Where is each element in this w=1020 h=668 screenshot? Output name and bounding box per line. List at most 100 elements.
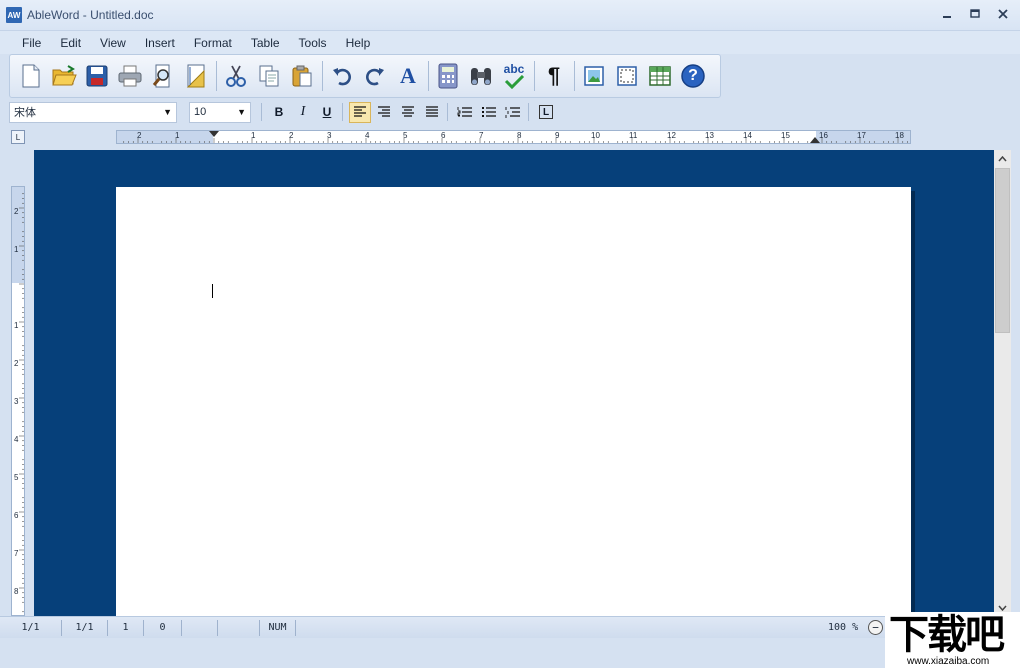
ruler-h-label: 10: [591, 131, 600, 140]
multilevel-list-button[interactable]: [502, 102, 524, 123]
toolbar-separator: [216, 61, 217, 91]
copy-button[interactable]: [254, 60, 284, 92]
open-button[interactable]: [49, 60, 79, 92]
bold-button[interactable]: B: [268, 102, 290, 123]
menu-tools[interactable]: Tools: [291, 33, 335, 53]
insert-picture-button[interactable]: [579, 60, 609, 92]
italic-button[interactable]: I: [292, 102, 314, 123]
minimize-button[interactable]: [936, 4, 958, 24]
status-section: 1/1: [62, 619, 108, 636]
vertical-scrollbar[interactable]: [994, 150, 1011, 616]
bullet-list-button[interactable]: [478, 102, 500, 123]
zoom-out-icon: −: [872, 621, 879, 634]
menu-file[interactable]: File: [14, 33, 49, 53]
status-column: 0: [144, 619, 182, 636]
ruler-h-label: 15: [781, 131, 790, 140]
italic-label: I: [300, 104, 306, 119]
status-bar: 1/1 1/1 1 0 NUM 100 % −: [0, 616, 1020, 638]
close-button[interactable]: [992, 4, 1014, 24]
ruler-v-label: 2: [14, 207, 19, 216]
toolbar-separator: [342, 103, 343, 121]
cut-button[interactable]: [221, 60, 251, 92]
horizontal-ruler[interactable]: 2 1 1 2 3 4 5 6 7 8 9 10 11 12 13 14 15 …: [116, 130, 911, 144]
insert-frame-button[interactable]: [612, 60, 642, 92]
font-size-value: 10: [194, 106, 207, 118]
binoculars-icon: [471, 68, 491, 85]
scrollbar-thumb[interactable]: [995, 168, 1010, 333]
window-controls: [936, 4, 1014, 24]
zoom-out-button[interactable]: −: [868, 620, 883, 635]
toolbar-separator: [447, 103, 448, 121]
ruler-h-label: 18: [895, 131, 904, 140]
undo-button[interactable]: [327, 60, 357, 92]
chevron-up-icon: [998, 155, 1007, 161]
ruler-v-label: 6: [14, 511, 19, 520]
ruler-h-label: 8: [517, 131, 522, 140]
menu-format[interactable]: Format: [186, 33, 240, 53]
document-page[interactable]: [116, 187, 911, 616]
left-indent-marker-icon[interactable]: [209, 131, 219, 139]
document-area[interactable]: [34, 150, 994, 616]
toolbar-separator: [428, 61, 429, 91]
spell-check-button[interactable]: abc: [499, 60, 529, 92]
chevron-down-icon: ▼: [163, 107, 172, 117]
print-preview-icon: [152, 64, 170, 88]
vertical-ruler[interactable]: 2 1 1 2 3 4 5 6 7 8: [11, 186, 25, 616]
menu-table[interactable]: Table: [243, 33, 288, 53]
align-right-button[interactable]: [373, 102, 395, 123]
ruler-corner-button[interactable]: L: [11, 130, 25, 144]
paste-button[interactable]: [287, 60, 317, 92]
watermark-url: www.xiazaiba.com: [907, 656, 990, 667]
toolbar-separator: [574, 61, 575, 91]
calculator-button[interactable]: [433, 60, 463, 92]
menu-help[interactable]: Help: [338, 33, 379, 53]
ruler-h-label: 12: [667, 131, 676, 140]
find-button[interactable]: [466, 60, 496, 92]
help-text: ?: [688, 67, 698, 84]
table-icon: [649, 66, 671, 86]
horizontal-ruler-ticks: [123, 138, 908, 143]
redo-button[interactable]: [360, 60, 390, 92]
insert-table-button[interactable]: [645, 60, 675, 92]
ruler-h-label: 1: [175, 131, 180, 140]
align-center-icon: [402, 106, 414, 117]
right-indent-marker-icon[interactable]: [810, 135, 820, 143]
align-left-button[interactable]: [349, 101, 371, 123]
menu-insert[interactable]: Insert: [137, 33, 183, 53]
font-name-select[interactable]: 宋体 ▼: [9, 101, 177, 123]
printer-icon: [118, 65, 142, 87]
font-button[interactable]: A: [393, 60, 423, 92]
toolbar-separator: [534, 61, 535, 91]
status-num-lock: NUM: [260, 619, 296, 636]
help-button[interactable]: ?: [678, 60, 708, 92]
redo-icon: [366, 68, 384, 86]
maximize-button[interactable]: [964, 4, 986, 24]
align-right-icon: [378, 106, 390, 117]
print-button[interactable]: [115, 60, 145, 92]
bottom-strip: [0, 638, 1020, 668]
app-icon: AW: [6, 7, 22, 23]
menu-edit[interactable]: Edit: [52, 33, 89, 53]
ruler-h-label: 2: [289, 131, 294, 140]
numbered-list-button[interactable]: [454, 102, 476, 123]
chevron-down-icon: ▼: [237, 107, 246, 117]
bullet-list-icon: [482, 107, 496, 117]
print-preview-button[interactable]: [148, 60, 178, 92]
align-justify-button[interactable]: [421, 102, 443, 123]
tab-stop-button[interactable]: L: [535, 102, 557, 123]
tab-stop-label: L: [539, 105, 553, 119]
watermark-logo: 下载吧: [889, 612, 1005, 658]
font-size-select[interactable]: 10 ▼: [189, 101, 251, 123]
menu-view[interactable]: View: [92, 33, 134, 53]
underline-button[interactable]: U: [316, 102, 338, 123]
ruler-h-label: 14: [743, 131, 752, 140]
save-button[interactable]: [82, 60, 112, 92]
scroll-up-button[interactable]: [994, 150, 1011, 167]
open-folder-icon: [52, 65, 77, 86]
copy-icon: [259, 65, 279, 87]
align-center-button[interactable]: [397, 102, 419, 123]
new-document-button[interactable]: [16, 60, 46, 92]
page-setup-button[interactable]: [181, 60, 211, 92]
ruler-h-label: 13: [705, 131, 714, 140]
show-formatting-button[interactable]: ¶: [539, 60, 569, 92]
